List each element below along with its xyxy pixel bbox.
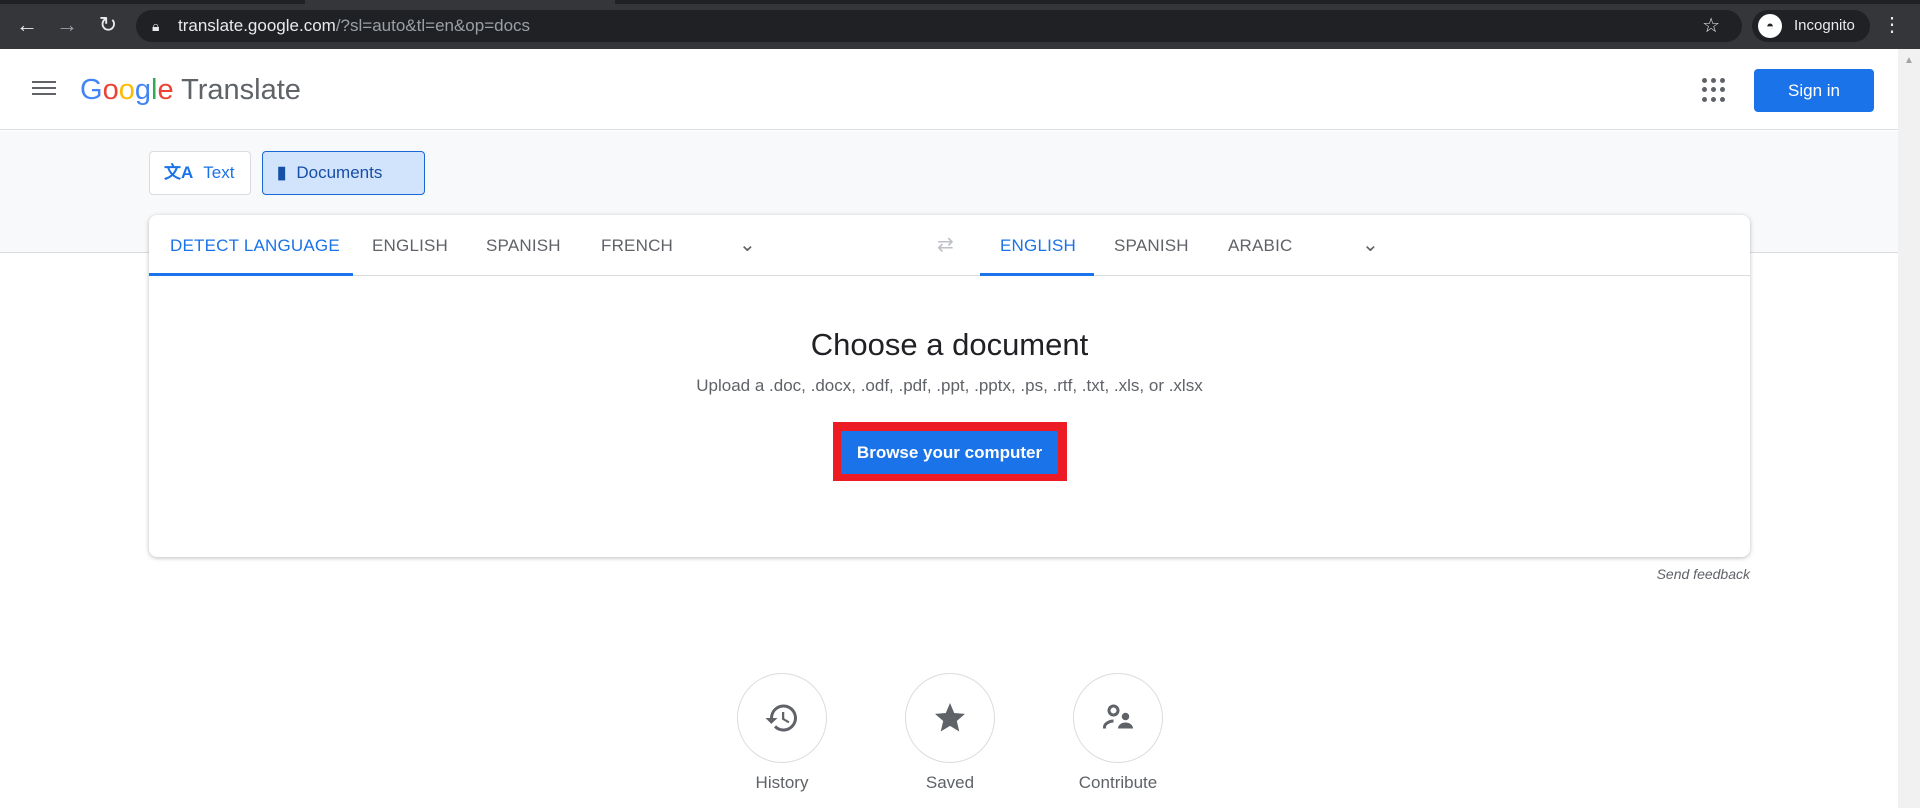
source-tab-underline — [149, 273, 353, 276]
mode-label: Text — [203, 163, 235, 182]
browser-menu-icon[interactable]: ⋮ — [1880, 12, 1904, 37]
sign-in-button[interactable]: Sign in — [1754, 69, 1874, 112]
swap-languages-icon[interactable]: ⇄ — [937, 215, 954, 276]
contribute-icon — [1103, 704, 1133, 729]
menu-icon[interactable] — [32, 77, 56, 101]
url-path: /?sl=auto&tl=en&op=docs — [335, 16, 531, 35]
saved-button[interactable] — [905, 673, 995, 763]
source-lang-detect[interactable]: DETECT LANGUAGE — [170, 215, 340, 276]
target-lang-spanish[interactable]: SPANISH — [1114, 215, 1189, 276]
logo[interactable]: Google Translate — [80, 72, 301, 108]
lock-icon: 🔒︎ — [152, 18, 160, 34]
source-lang-french[interactable]: FRENCH — [601, 215, 673, 276]
history-label: History — [755, 773, 809, 792]
forward-button[interactable]: → — [54, 12, 80, 38]
text-mode-button[interactable]: 文A Text — [149, 151, 251, 195]
active-tab[interactable] — [305, 0, 615, 4]
upload-title: Choose a document — [810, 327, 1089, 362]
apps-grid-icon[interactable] — [1702, 78, 1726, 102]
upload-subtitle: Upload a .doc, .docx, .odf, .pdf, .ppt, … — [696, 376, 1203, 395]
product-name: Translate — [181, 74, 301, 106]
bookmark-star-icon[interactable]: ☆ — [1702, 10, 1720, 42]
history-button[interactable] — [737, 673, 827, 763]
source-lang-english[interactable]: ENGLISH — [372, 215, 448, 276]
mode-label: Documents — [296, 163, 383, 182]
browse-computer-button[interactable]: Browse your computer — [841, 431, 1058, 474]
target-lang-arabic[interactable]: ARABIC — [1228, 215, 1293, 276]
translate-icon: 文A — [164, 163, 194, 182]
url-host: translate.google.com — [178, 16, 336, 35]
saved-label: Saved — [925, 773, 975, 792]
target-more-chevron-icon[interactable]: ⌄ — [1362, 215, 1379, 276]
reload-button[interactable]: ↻ — [95, 12, 121, 38]
profile-label: Incognito — [1794, 17, 1855, 34]
contribute-button[interactable] — [1073, 673, 1163, 763]
source-more-chevron-icon[interactable]: ⌄ — [739, 215, 756, 276]
history-icon — [765, 704, 797, 732]
google-logo: Google — [80, 74, 174, 106]
language-bar: DETECT LANGUAGE ENGLISH SPANISH FRENCH ⌄… — [149, 215, 1750, 276]
address-bar[interactable]: 🔒︎ translate.google.com/?sl=auto&tl=en&o… — [136, 10, 1742, 42]
source-lang-spanish[interactable]: SPANISH — [486, 215, 561, 276]
translate-card: DETECT LANGUAGE ENGLISH SPANISH FRENCH ⌄… — [149, 215, 1750, 557]
incognito-profile[interactable]: ◓ Incognito — [1752, 10, 1870, 42]
incognito-icon: ◓ — [1758, 14, 1782, 38]
target-tab-underline — [980, 273, 1094, 276]
document-icon: ▮ — [277, 163, 287, 182]
send-feedback-link[interactable]: Send feedback — [1657, 566, 1750, 582]
scroll-up-icon[interactable]: ▲ — [1904, 55, 1914, 66]
back-button[interactable]: ← — [14, 12, 40, 38]
star-icon — [935, 703, 965, 732]
contribute-label: Contribute — [1078, 773, 1158, 792]
tab-strip — [0, 0, 1920, 4]
target-lang-english[interactable]: ENGLISH — [1000, 215, 1076, 276]
documents-mode-button[interactable]: ▮ Documents — [262, 151, 425, 195]
scrollbar[interactable]: ▲ — [1898, 49, 1920, 808]
